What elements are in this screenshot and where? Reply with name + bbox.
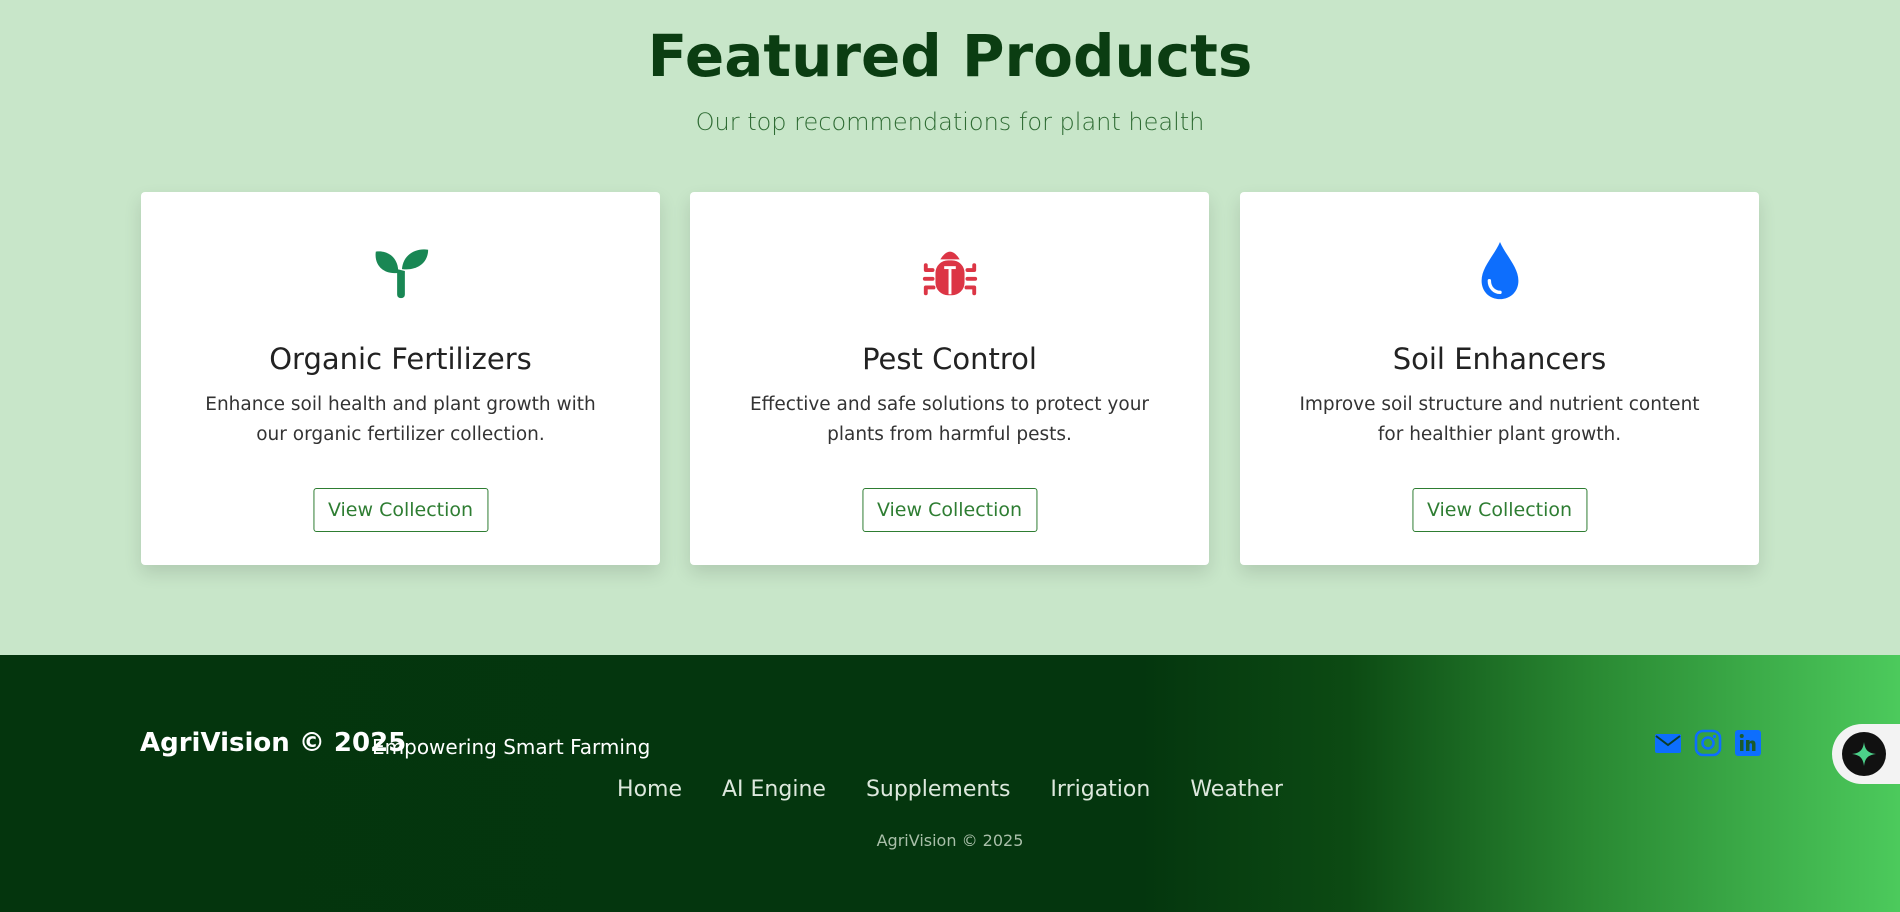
footer-link-weather[interactable]: Weather [1190,777,1283,802]
card-description: Effective and safe solutions to protect … [749,394,1150,445]
sprout-icon [141,240,660,302]
card-description: Enhance soil health and plant growth wit… [205,394,596,445]
section-title: Featured Products [647,22,1253,90]
view-collection-button[interactable]: View Collection [1411,488,1588,532]
card-title: Pest Control [862,342,1037,376]
footer-link-supplements[interactable]: Supplements [866,777,1010,802]
footer-copyright: AgriVision © 2025 [876,831,1024,850]
social-links [1654,729,1762,757]
card-description: Improve soil structure and nutrient cont… [1299,394,1700,445]
featured-products-section: Featured Products Our top recommendation… [0,0,1900,655]
footer-nav: Home AI Engine Supplements Irrigation We… [0,777,1900,802]
view-collection-button[interactable]: View Collection [312,488,489,532]
card-title: Soil Enhancers [1392,342,1607,376]
envelope-icon[interactable] [1654,729,1682,757]
view-collection-button[interactable]: View Collection [861,488,1038,532]
section-subtitle: Our top recommendations for plant health [695,108,1205,136]
instagram-icon[interactable] [1694,729,1722,757]
water-drop-icon [1240,240,1759,302]
sparkle-icon [1842,732,1886,776]
product-card-organic-fertilizers: Organic Fertilizers Enhance soil health … [141,192,660,565]
footer-brand: AgriVision © 2025 [140,728,407,758]
footer-link-home[interactable]: Home [617,777,682,802]
product-card-soil-enhancers: Soil Enhancers Improve soil structure an… [1240,192,1759,565]
bug-icon [690,240,1209,302]
footer-tagline: Empowering Smart Farming [372,735,651,759]
footer-link-ai-engine[interactable]: AI Engine [722,777,826,802]
assistant-launcher[interactable] [1832,724,1900,784]
card-title: Organic Fertilizers [269,342,532,376]
site-footer: AgriVision © 2025 Empowering Smart Farmi… [0,655,1900,912]
product-card-pest-control: Pest Control Effective and safe solution… [690,192,1209,565]
footer-link-irrigation[interactable]: Irrigation [1050,777,1150,802]
linkedin-icon[interactable] [1734,729,1762,757]
